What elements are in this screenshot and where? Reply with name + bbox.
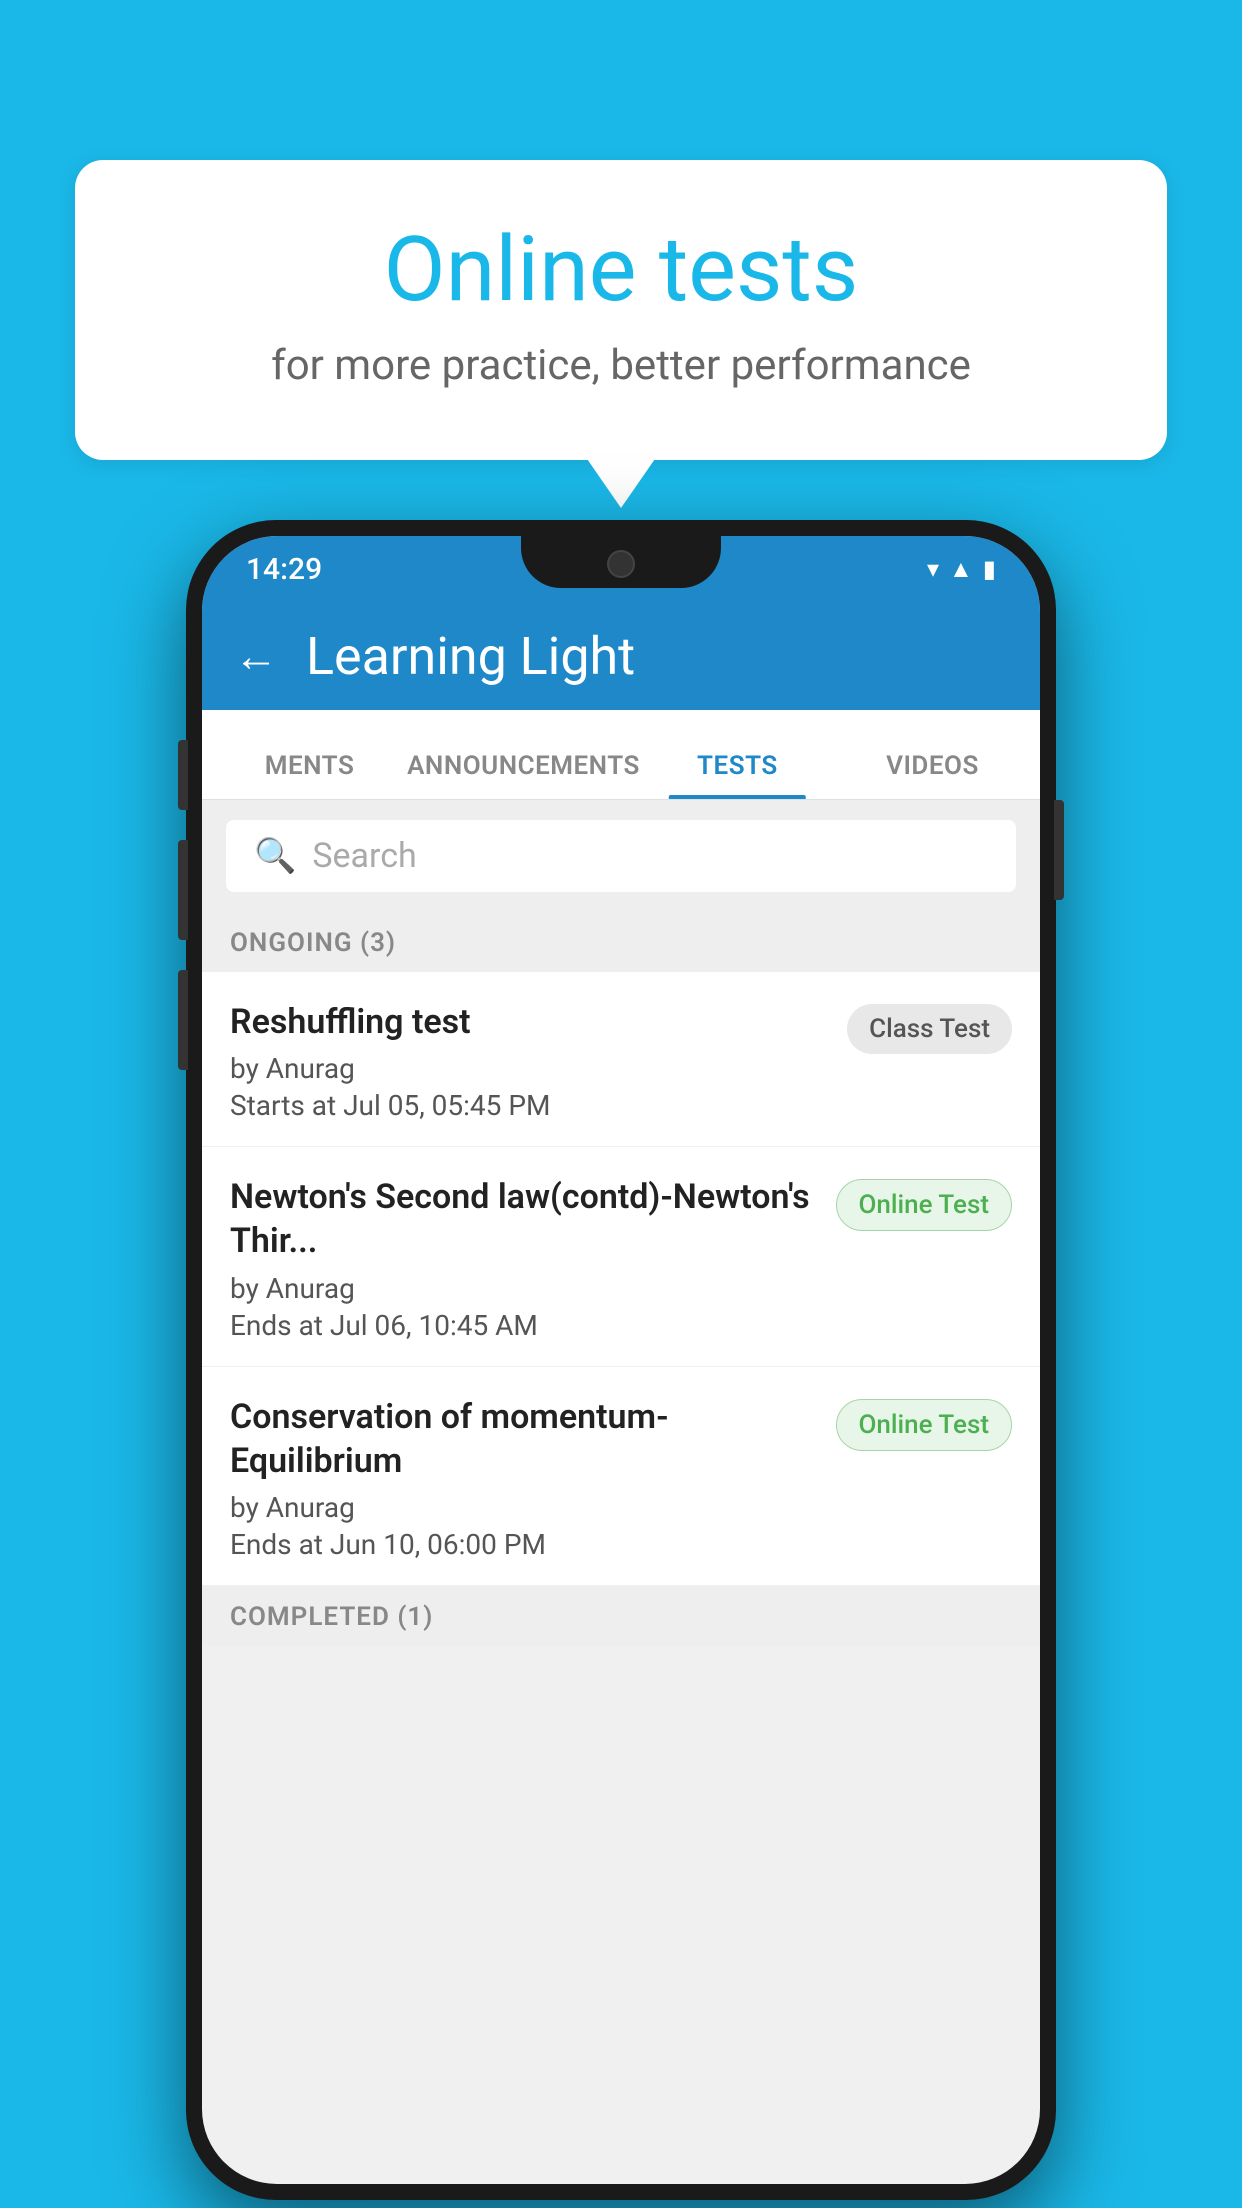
tab-ments[interactable]: MENTS bbox=[212, 751, 407, 799]
tab-tests[interactable]: TESTS bbox=[640, 751, 835, 799]
signal-icon: ▲ bbox=[949, 555, 973, 584]
test-info: Conservation of momentum-Equilibrium by … bbox=[230, 1395, 836, 1561]
power-button bbox=[1054, 800, 1064, 900]
search-icon: 🔍 bbox=[254, 836, 296, 876]
test-time: Ends at Jun 10, 06:00 PM bbox=[230, 1528, 816, 1561]
app-bar-title: Learning Light bbox=[306, 626, 635, 687]
test-time: Ends at Jul 06, 10:45 AM bbox=[230, 1309, 816, 1342]
volume-mute-button bbox=[178, 740, 188, 810]
ongoing-section-header: ONGOING (3) bbox=[202, 912, 1040, 972]
phone-device: 14:29 ▾ ▲ ▮ ← Learning Light MENTS ANNOU… bbox=[186, 520, 1056, 2200]
test-name: Conservation of momentum-Equilibrium bbox=[230, 1395, 816, 1483]
app-bar: ← Learning Light bbox=[202, 602, 1040, 710]
completed-section-header: COMPLETED (1) bbox=[202, 1586, 1040, 1646]
bubble-subtitle: for more practice, better performance bbox=[155, 341, 1087, 390]
tabs-bar: MENTS ANNOUNCEMENTS TESTS VIDEOS bbox=[202, 710, 1040, 800]
test-info: Newton's Second law(contd)-Newton's Thir… bbox=[230, 1175, 836, 1341]
test-name: Reshuffling test bbox=[230, 1000, 827, 1044]
volume-down-button bbox=[178, 970, 188, 1070]
tab-videos[interactable]: VIDEOS bbox=[835, 751, 1030, 799]
status-time: 14:29 bbox=[246, 552, 322, 587]
test-time: Starts at Jul 05, 05:45 PM bbox=[230, 1089, 827, 1122]
bubble-title: Online tests bbox=[155, 220, 1087, 319]
list-item[interactable]: Conservation of momentum-Equilibrium by … bbox=[202, 1367, 1040, 1586]
search-container: 🔍 Search bbox=[202, 800, 1040, 912]
volume-up-button bbox=[178, 840, 188, 940]
list-item[interactable]: Reshuffling test by Anurag Starts at Jul… bbox=[202, 972, 1040, 1147]
back-button[interactable]: ← bbox=[234, 630, 278, 682]
battery-icon: ▮ bbox=[983, 555, 996, 583]
ongoing-label: ONGOING (3) bbox=[230, 928, 396, 958]
completed-label: COMPLETED (1) bbox=[230, 1602, 433, 1632]
phone-notch bbox=[521, 536, 721, 588]
phone-screen: 14:29 ▾ ▲ ▮ ← Learning Light MENTS ANNOU… bbox=[202, 536, 1040, 2184]
tab-announcements[interactable]: ANNOUNCEMENTS bbox=[407, 751, 640, 799]
test-author: by Anurag bbox=[230, 1491, 816, 1524]
test-name: Newton's Second law(contd)-Newton's Thir… bbox=[230, 1175, 816, 1263]
search-placeholder: Search bbox=[312, 836, 416, 876]
badge-online-test: Online Test bbox=[836, 1399, 1013, 1451]
test-author: by Anurag bbox=[230, 1272, 816, 1305]
badge-class-test: Class Test bbox=[847, 1004, 1012, 1054]
status-icons: ▾ ▲ ▮ bbox=[927, 555, 996, 584]
test-author: by Anurag bbox=[230, 1052, 827, 1085]
front-camera bbox=[607, 550, 635, 578]
search-bar[interactable]: 🔍 Search bbox=[226, 820, 1016, 892]
test-list: Reshuffling test by Anurag Starts at Jul… bbox=[202, 972, 1040, 1586]
badge-online-test: Online Test bbox=[836, 1179, 1013, 1231]
wifi-icon: ▾ bbox=[927, 555, 939, 583]
speech-bubble-card: Online tests for more practice, better p… bbox=[75, 160, 1167, 460]
test-info: Reshuffling test by Anurag Starts at Jul… bbox=[230, 1000, 847, 1122]
list-item[interactable]: Newton's Second law(contd)-Newton's Thir… bbox=[202, 1147, 1040, 1366]
